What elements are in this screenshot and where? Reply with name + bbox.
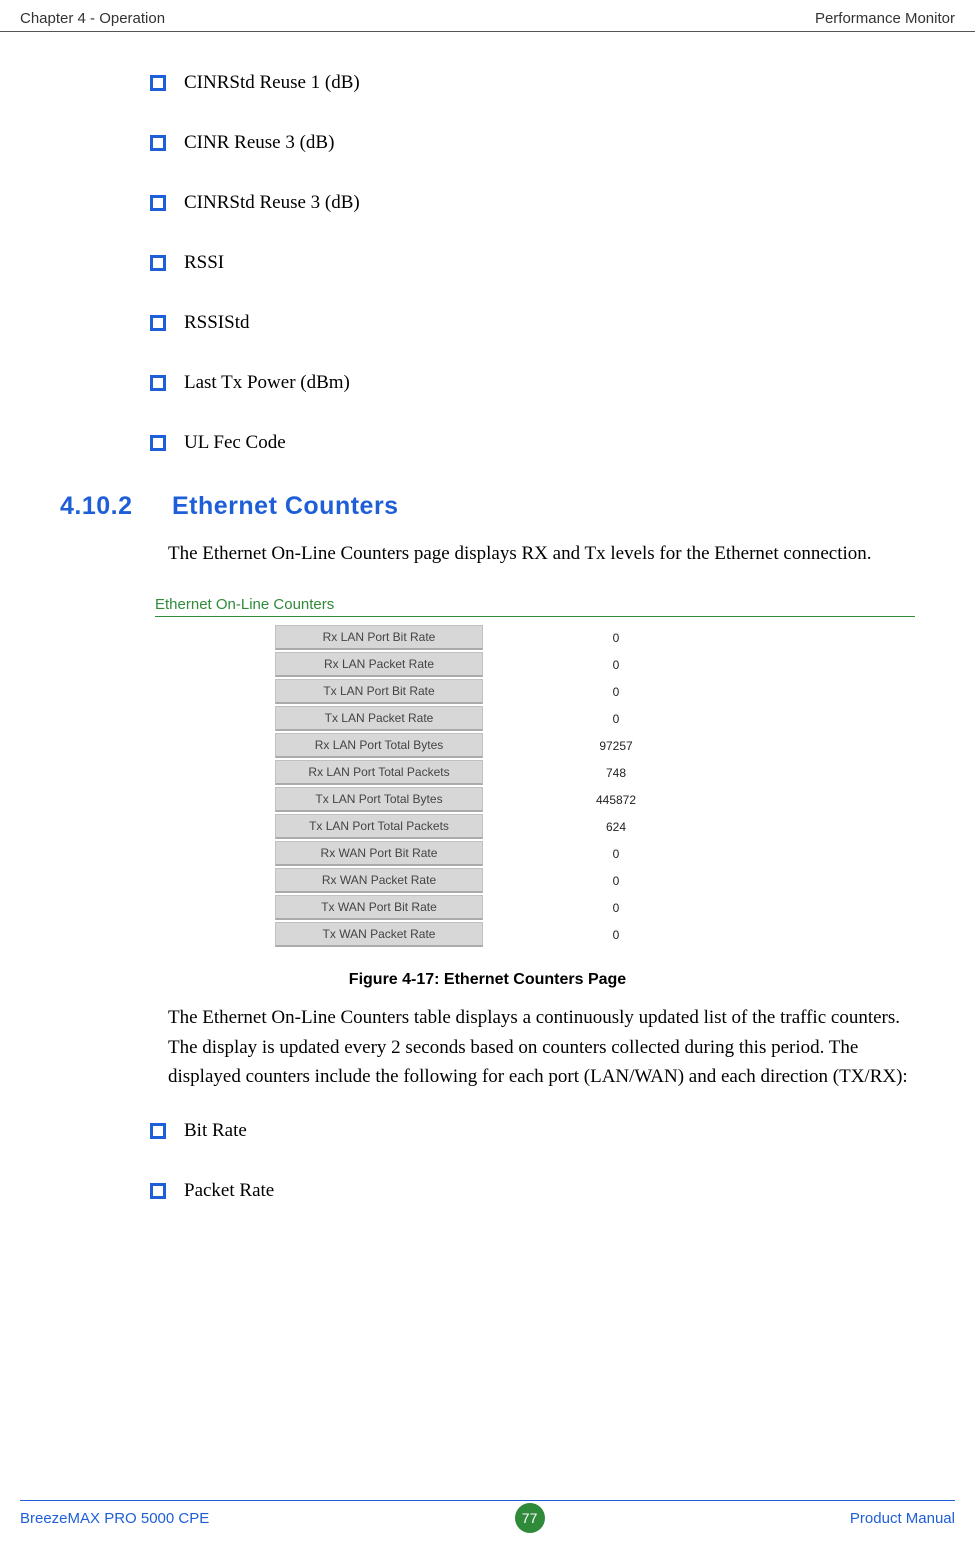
list-item: CINR Reuse 3 (dB) [150,132,915,154]
list-item: Last Tx Power (dBm) [150,372,915,394]
table-row: Tx LAN Port Total Packets624 [275,814,749,839]
bullet-icon [150,195,166,211]
counter-label: Tx LAN Port Total Bytes [275,787,483,812]
section-number: 4.10.2 [60,492,172,521]
page-header: Chapter 4 - Operation Performance Monito… [0,0,975,32]
counter-label: Rx LAN Port Total Bytes [275,733,483,758]
counter-label: Tx WAN Packet Rate [275,922,483,947]
bullet-icon [150,135,166,151]
table-row: Rx LAN Packet Rate0 [275,652,749,677]
table-row: Tx LAN Port Bit Rate0 [275,679,749,704]
bullet-icon [150,1183,166,1199]
list-item-label: CINR Reuse 3 (dB) [184,132,334,154]
header-right: Performance Monitor [815,10,955,27]
counter-label: Rx WAN Port Bit Rate [275,841,483,866]
counter-value: 97257 [483,733,749,758]
counter-value: 445872 [483,787,749,812]
page-content: CINRStd Reuse 1 (dB) CINR Reuse 3 (dB) C… [0,32,975,1260]
list-item-label: CINRStd Reuse 1 (dB) [184,72,360,94]
section-title: Ethernet Counters [172,492,399,520]
counter-label: Tx LAN Port Total Packets [275,814,483,839]
counter-label: Rx LAN Port Total Packets [275,760,483,785]
counters-table: Rx LAN Port Bit Rate0 Rx LAN Packet Rate… [275,623,749,949]
list-item-label: Last Tx Power (dBm) [184,372,350,394]
bullet-icon [150,315,166,331]
footer-right: Product Manual [850,1510,955,1527]
table-row: Tx WAN Packet Rate0 [275,922,749,947]
list-item-label: UL Fec Code [184,432,286,454]
counter-value: 0 [483,679,749,704]
counter-value: 624 [483,814,749,839]
counter-label: Tx LAN Port Bit Rate [275,679,483,704]
bullet-icon [150,1123,166,1139]
top-bullet-list: CINRStd Reuse 1 (dB) CINR Reuse 3 (dB) C… [150,72,915,454]
footer-left: BreezeMAX PRO 5000 CPE [20,1510,209,1527]
bullet-icon [150,255,166,271]
list-item-label: Bit Rate [184,1120,247,1142]
counter-label: Tx WAN Port Bit Rate [275,895,483,920]
list-item-label: CINRStd Reuse 3 (dB) [184,192,360,214]
footer-divider [20,1500,955,1501]
counter-value: 0 [483,625,749,650]
page-number-badge: 77 [515,1503,545,1533]
table-row: Tx WAN Port Bit Rate0 [275,895,749,920]
list-item: RSSI [150,252,915,274]
panel-title: Ethernet On-Line Counters [155,596,915,617]
table-row: Rx LAN Port Bit Rate0 [275,625,749,650]
counter-label: Rx LAN Packet Rate [275,652,483,677]
list-item-label: Packet Rate [184,1180,274,1202]
table-row: Rx WAN Port Bit Rate0 [275,841,749,866]
bullet-icon [150,435,166,451]
counter-label: Rx LAN Port Bit Rate [275,625,483,650]
table-row: Rx LAN Port Total Packets748 [275,760,749,785]
after-figure-text: The Ethernet On-Line Counters table disp… [168,1003,915,1091]
bullet-icon [150,75,166,91]
counter-value: 0 [483,841,749,866]
table-row: Rx WAN Packet Rate0 [275,868,749,893]
list-item: CINRStd Reuse 1 (dB) [150,72,915,94]
header-left: Chapter 4 - Operation [20,10,165,27]
list-item: Bit Rate [150,1120,915,1142]
section-heading: 4.10.2Ethernet Counters [60,492,915,521]
page-footer: BreezeMAX PRO 5000 CPE 77 Product Manual [0,1503,975,1533]
list-item-label: RSSI [184,252,224,274]
bottom-bullet-list: Bit Rate Packet Rate [150,1120,915,1202]
counter-label: Tx LAN Packet Rate [275,706,483,731]
table-row: Tx LAN Packet Rate0 [275,706,749,731]
counter-value: 748 [483,760,749,785]
figure-caption: Figure 4-17: Ethernet Counters Page [60,971,915,989]
counter-value: 0 [483,895,749,920]
list-item-label: RSSIStd [184,312,249,334]
table-row: Rx LAN Port Total Bytes97257 [275,733,749,758]
table-row: Tx LAN Port Total Bytes445872 [275,787,749,812]
list-item: CINRStd Reuse 3 (dB) [150,192,915,214]
section-intro: The Ethernet On-Line Counters page displ… [168,539,915,568]
list-item: UL Fec Code [150,432,915,454]
list-item: Packet Rate [150,1180,915,1202]
figure-container: Ethernet On-Line Counters Rx LAN Port Bi… [155,596,915,949]
counter-label: Rx WAN Packet Rate [275,868,483,893]
counter-value: 0 [483,868,749,893]
counter-value: 0 [483,706,749,731]
counter-value: 0 [483,652,749,677]
bullet-icon [150,375,166,391]
counter-value: 0 [483,922,749,947]
list-item: RSSIStd [150,312,915,334]
